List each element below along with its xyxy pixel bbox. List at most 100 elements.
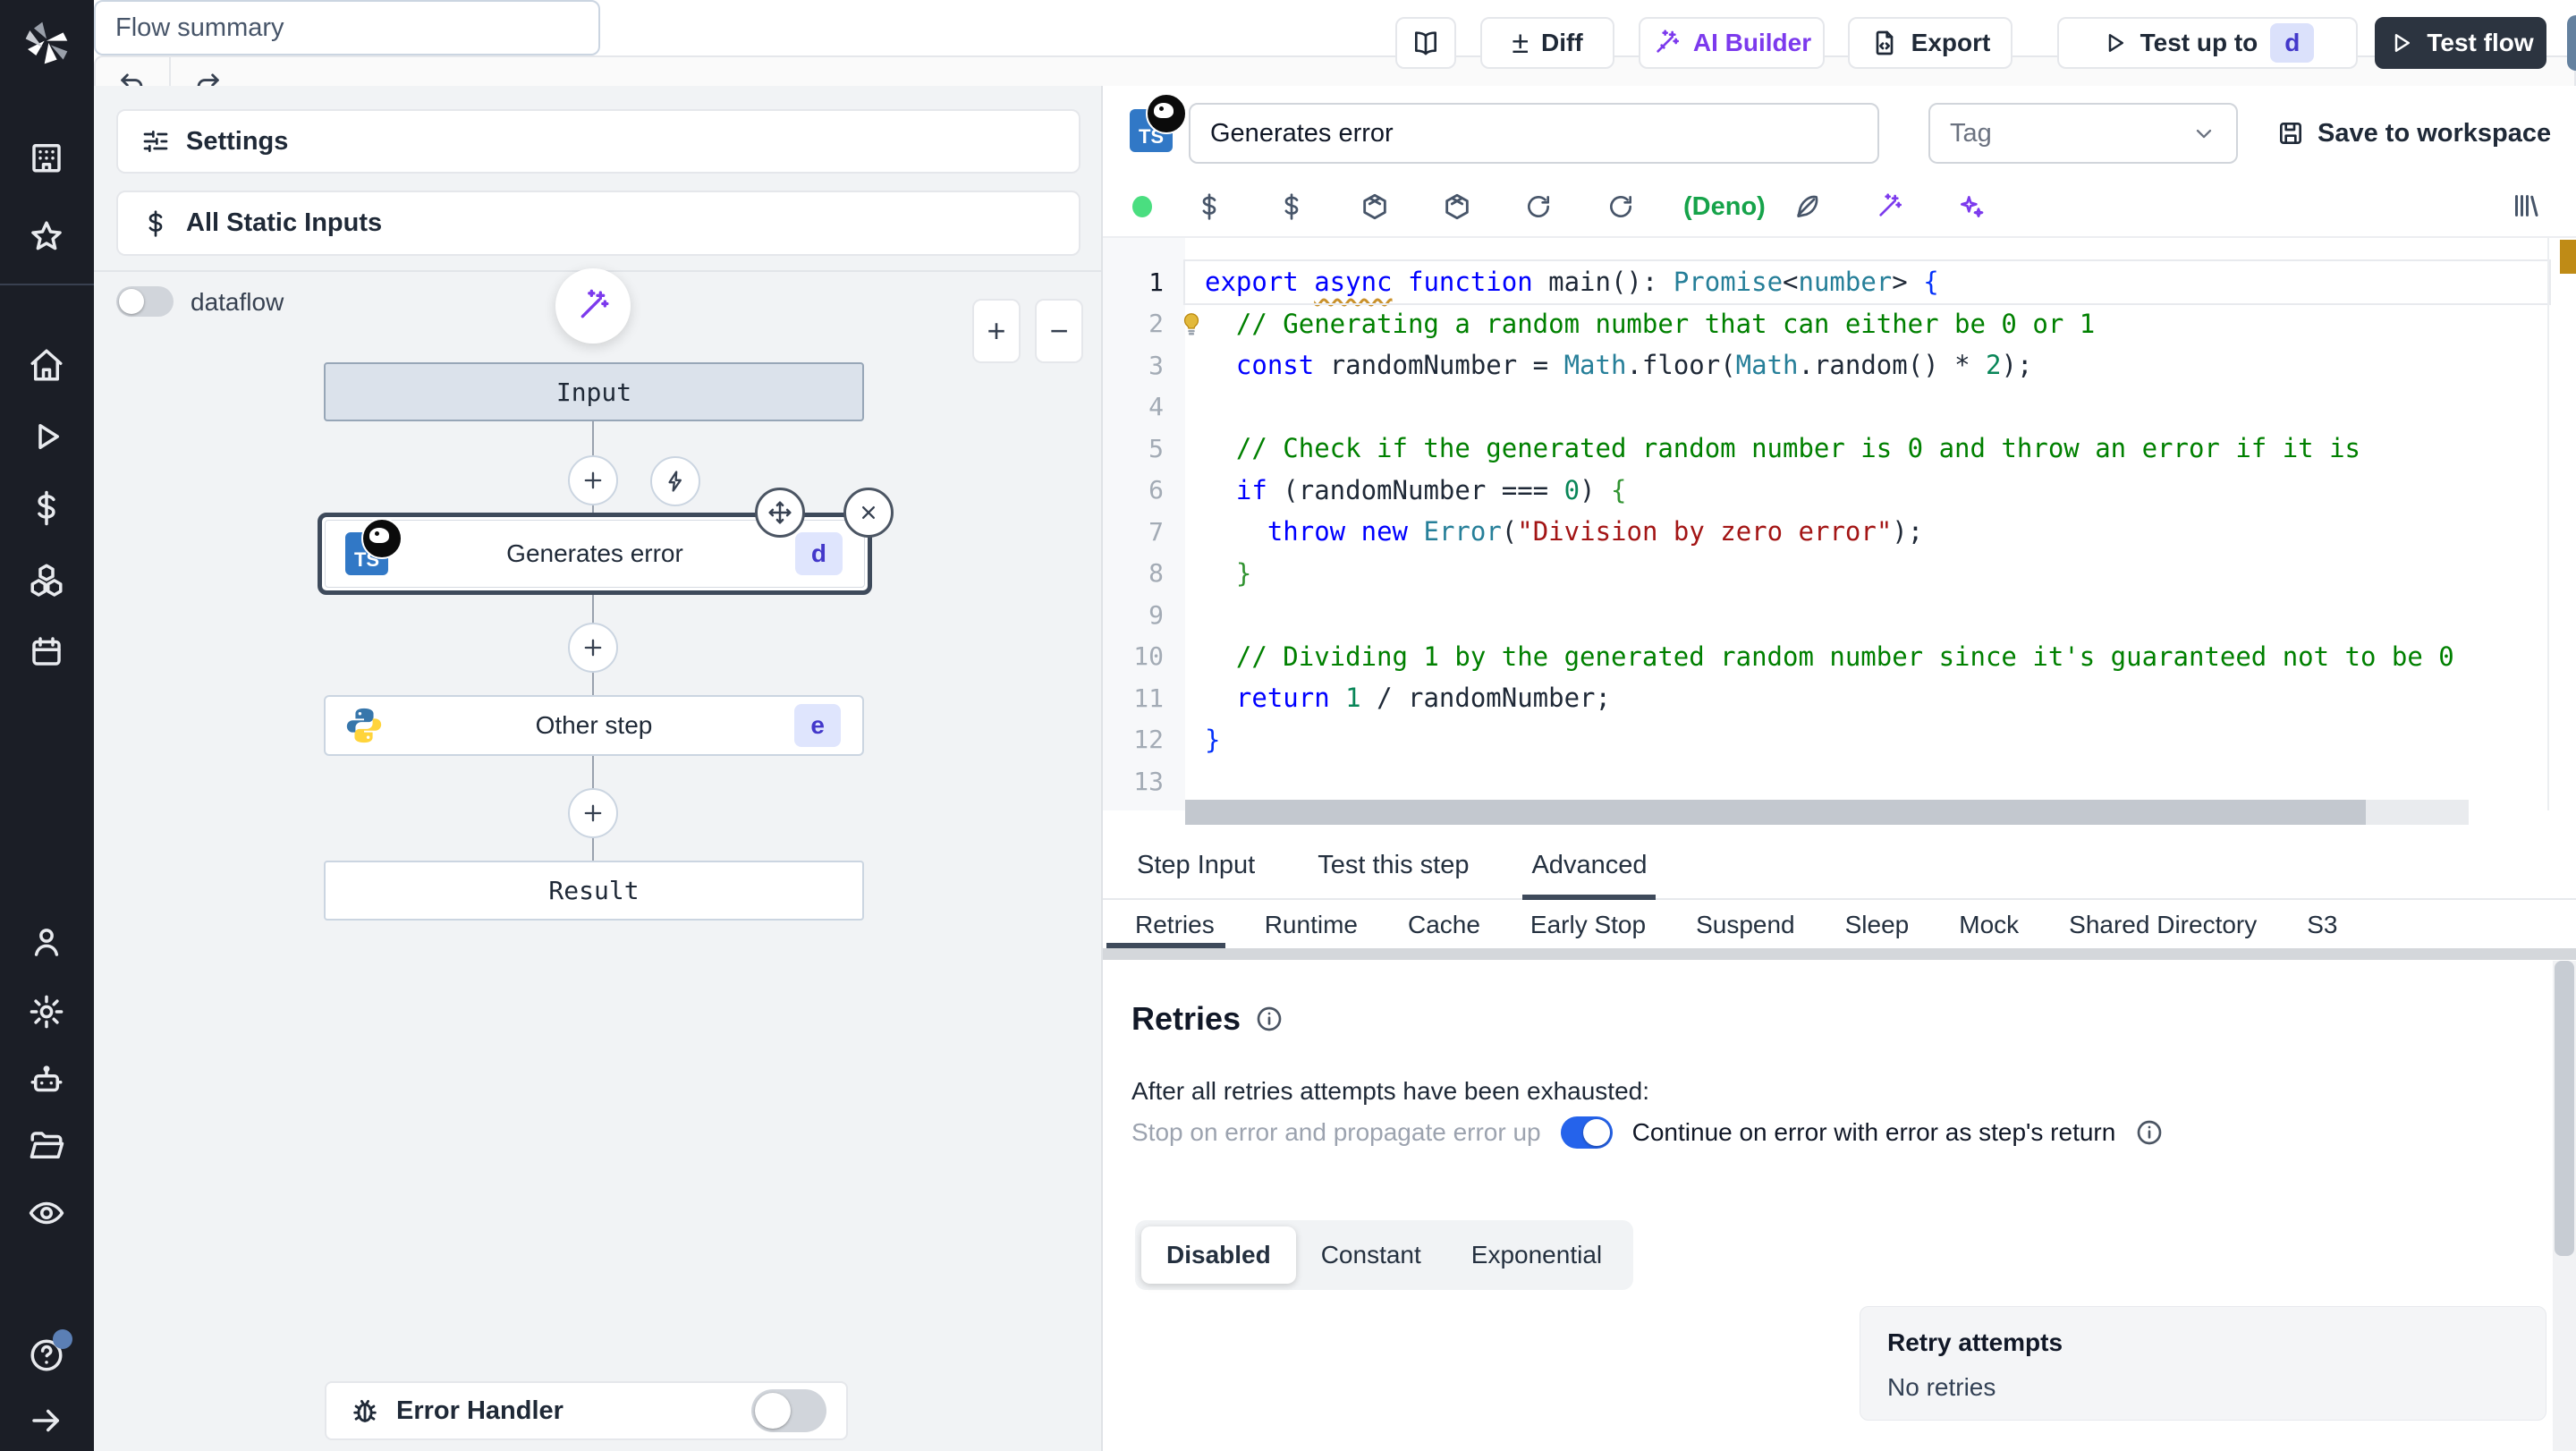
- info-icon[interactable]: [2135, 1118, 2164, 1147]
- error-handler-toggle[interactable]: [751, 1389, 826, 1432]
- subtab-early-stop[interactable]: Early Stop: [1527, 902, 1649, 948]
- dataflow-toggle[interactable]: [116, 286, 174, 317]
- user-icon[interactable]: [28, 923, 65, 961]
- step-node-label: Generates error: [506, 539, 683, 567]
- line-number: 11: [1133, 683, 1164, 713]
- subtab-cache[interactable]: Cache: [1404, 902, 1484, 948]
- line-number: 2: [1148, 309, 1164, 339]
- retry-mode-constant[interactable]: Constant: [1296, 1226, 1446, 1284]
- step-id-badge: d: [794, 532, 843, 575]
- info-icon[interactable]: [1255, 1005, 1284, 1033]
- deno-runtime-label[interactable]: (Deno): [1683, 192, 1766, 222]
- add-trigger-button[interactable]: [650, 456, 700, 506]
- library-panel-icon[interactable]: [2510, 190, 2542, 222]
- play-icon: [2108, 34, 2123, 52]
- diff-button[interactable]: ± Diff: [1480, 17, 1614, 69]
- move-icon: [768, 501, 792, 524]
- tab-step-input[interactable]: Step Input: [1131, 832, 1260, 898]
- export-button[interactable]: Export: [1848, 17, 2012, 69]
- subtab-retries[interactable]: Retries: [1106, 902, 1225, 948]
- package-icon[interactable]: [1360, 191, 1442, 222]
- result-node-label: Result: [548, 876, 640, 905]
- subtab-suspend[interactable]: Suspend: [1692, 902, 1799, 948]
- test-up-to-button[interactable]: Test up to d: [2057, 17, 2358, 69]
- sparkles-icon[interactable]: [1957, 192, 2039, 221]
- refresh-icon[interactable]: [1524, 192, 1606, 221]
- resources-boxes-icon[interactable]: [28, 561, 65, 598]
- code-line-7: throw new Error("Division by zero error"…: [1267, 516, 1924, 547]
- assets-dollar-icon[interactable]: [1195, 192, 1277, 221]
- zoom-out-button[interactable]: −: [1035, 299, 1083, 363]
- add-step-button[interactable]: [568, 623, 618, 673]
- folders-icon[interactable]: [28, 1127, 65, 1165]
- favorites-star-icon[interactable]: [28, 218, 65, 256]
- audit-eye-icon[interactable]: [28, 1194, 65, 1232]
- subtab-mock[interactable]: Mock: [1955, 902, 2022, 948]
- edge-button-sliver[interactable]: [2567, 15, 2576, 71]
- subtabs-scrollbar[interactable]: [1103, 948, 2576, 960]
- refresh-icon[interactable]: [1606, 192, 1689, 221]
- workspace-building-icon[interactable]: [28, 138, 65, 175]
- move-step-button[interactable]: [755, 488, 805, 538]
- windmill-logo-icon[interactable]: [21, 18, 72, 68]
- home-icon[interactable]: [28, 346, 65, 384]
- workers-robot-icon[interactable]: [28, 1062, 65, 1099]
- subtab-sleep[interactable]: Sleep: [1842, 902, 1913, 948]
- python-icon: [346, 708, 382, 743]
- add-step-button[interactable]: [568, 788, 618, 838]
- tab-test-this-step[interactable]: Test this step: [1312, 832, 1474, 898]
- ai-builder-button[interactable]: AI Builder: [1639, 17, 1825, 69]
- plus-minus-icon: ±: [1512, 25, 1529, 60]
- step-name-value: Generates error: [1210, 118, 1394, 148]
- package-icon[interactable]: [1442, 191, 1524, 222]
- ai-builder-label: AI Builder: [1692, 29, 1812, 56]
- code-line-5: // Check if the generated random number …: [1235, 433, 2361, 464]
- tag-select[interactable]: Tag: [1928, 103, 2238, 164]
- runs-play-icon[interactable]: [28, 418, 65, 455]
- variables-dollar-icon[interactable]: [1277, 192, 1360, 221]
- zoom-in-button[interactable]: +: [972, 299, 1021, 363]
- error-handler-row[interactable]: Error Handler: [325, 1381, 848, 1440]
- add-step-button[interactable]: [568, 455, 618, 505]
- schedules-calendar-icon[interactable]: [28, 632, 65, 670]
- step-name-input[interactable]: Generates error: [1189, 103, 1879, 164]
- save-to-workspace-button[interactable]: Save to workspace: [2276, 103, 2551, 164]
- typescript-icon: TS: [345, 518, 402, 575]
- panel-vertical-scrollbar[interactable]: [2553, 961, 2576, 1451]
- test-flow-button[interactable]: Test flow: [2375, 17, 2546, 69]
- help-icon[interactable]: [28, 1329, 72, 1374]
- variables-dollar-icon[interactable]: [28, 489, 65, 527]
- collapse-arrow-right-icon[interactable]: [28, 1402, 65, 1439]
- plus-icon: [584, 804, 602, 822]
- retry-mode-exponential[interactable]: Exponential: [1446, 1226, 1627, 1284]
- step-node-other-step[interactable]: Other step e: [324, 695, 864, 756]
- plus-icon: [584, 471, 602, 489]
- feather-format-icon[interactable]: [1792, 192, 1875, 221]
- editor-horizontal-scrollbar[interactable]: [1185, 800, 2469, 825]
- chevron-down-icon: [2196, 129, 2212, 139]
- magic-wand-icon: [1657, 30, 1679, 53]
- test-up-to-label: Test up to: [2140, 29, 2258, 56]
- retry-mode-disabled[interactable]: Disabled: [1141, 1226, 1296, 1284]
- subtab-s3[interactable]: S3: [2303, 902, 2341, 948]
- line-number: 8: [1148, 558, 1164, 589]
- tab-advanced[interactable]: Advanced: [1522, 832, 1657, 900]
- delete-step-button[interactable]: [843, 488, 894, 538]
- ai-wand-icon[interactable]: [1875, 192, 1957, 221]
- continue-on-error-toggle[interactable]: [1560, 1116, 1613, 1149]
- subtab-shared-directory[interactable]: Shared Directory: [2065, 902, 2260, 948]
- flow-summary-input[interactable]: Flow summary: [94, 0, 600, 55]
- export-label: Export: [1911, 29, 1991, 56]
- result-node[interactable]: Result: [324, 861, 864, 921]
- docs-book-button[interactable]: [1395, 17, 1456, 69]
- line-number: 4: [1148, 392, 1164, 422]
- flow-settings-row[interactable]: Settings: [116, 109, 1080, 174]
- all-static-inputs-row[interactable]: All Static Inputs: [116, 191, 1080, 256]
- ai-flow-wand-button[interactable]: [555, 268, 631, 344]
- sidebar-divider: [0, 284, 94, 285]
- code-editor[interactable]: 1 2 3 4 5 6 7 8 9 10 11 12 13 export async function …: [1103, 236, 2576, 832]
- input-node[interactable]: Input: [324, 362, 864, 421]
- subtab-runtime[interactable]: Runtime: [1261, 902, 1361, 948]
- settings-gear-icon[interactable]: [28, 993, 65, 1031]
- lightbulb-icon[interactable]: [1178, 310, 1205, 338]
